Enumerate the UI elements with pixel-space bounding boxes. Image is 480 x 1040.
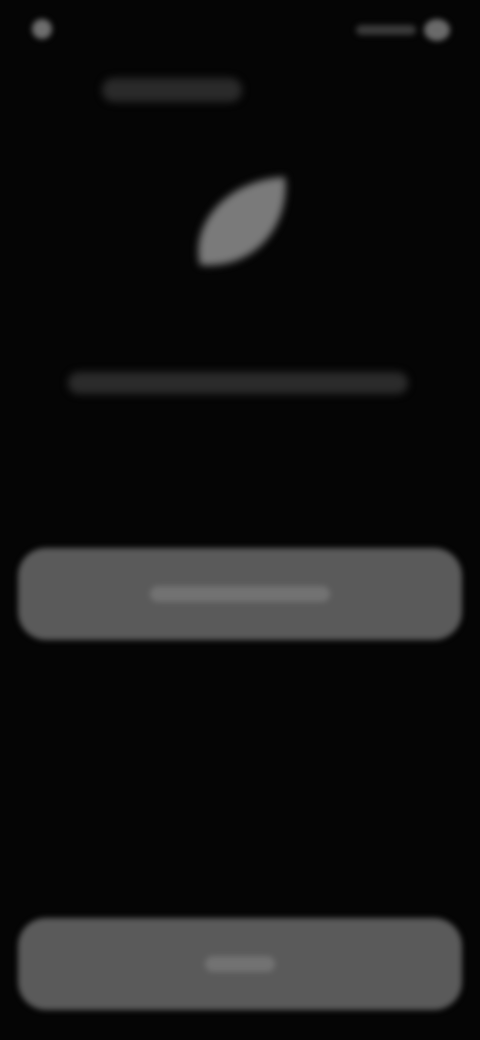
status-bar-left	[32, 18, 112, 40]
leaf-icon	[185, 165, 295, 285]
primary-button-label	[150, 586, 330, 602]
status-bar-right	[356, 18, 450, 42]
signal-icon	[356, 25, 416, 35]
leaf-logo-graphic	[198, 177, 286, 266]
page-title	[102, 78, 242, 102]
primary-button[interactable]	[18, 548, 462, 640]
message-text	[68, 372, 408, 394]
app-screen	[0, 0, 480, 1040]
app-indicator-icon	[32, 19, 52, 39]
secondary-button-label	[205, 956, 275, 972]
secondary-button[interactable]	[18, 918, 462, 1010]
battery-icon	[424, 19, 450, 41]
status-bar	[0, 0, 480, 60]
